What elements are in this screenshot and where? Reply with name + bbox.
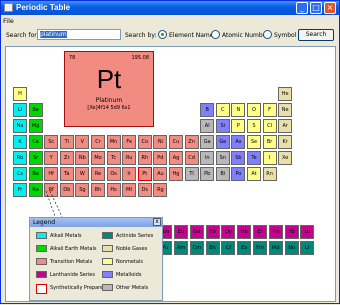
legend-label-metalloids: Metalloids [116,272,142,278]
legend-label-synthetic: Synthetically Prepared [50,285,107,291]
legend-swatch-noble-gases [102,245,113,252]
legend-swatch-other-metals [102,284,113,291]
legend-label-alkali-metals: Alkali Metals [50,233,82,239]
legend-label-nonmetals: Nonmetals [116,259,143,265]
legend-swatch-alkali-earth-metals [36,245,47,252]
legend-swatch-alkali-metals [36,232,47,239]
legend-swatch-synthetic [36,284,47,294]
legend-label-transition-metals: Transition Metals [50,259,93,265]
legend-label-actinides: Actinide Series [116,233,154,239]
legend-label-other-metals: Other Metals [116,285,149,291]
legend-swatch-nonmetals [102,258,113,265]
legend-label-alkali-earth-metals: Alkali Earth Metals [50,246,97,252]
legend-label-lanthanides: Lanthanide Series [50,272,95,278]
app-window: Periodic Table _ □ × File Search for: pl… [0,0,340,304]
legend-title-bar[interactable]: Legend x [30,218,162,227]
legend-window[interactable]: Legend x Alkali Metals Actinide Series Alk… [29,217,163,301]
legend-label-noble-gases: Noble Gases [116,246,148,252]
legend-swatch-transition-metals [36,258,47,265]
legend-swatch-lanthanides [36,271,47,278]
legend-title: Legend [33,219,56,226]
legend-close-button[interactable]: x [153,218,161,226]
legend-swatch-actinides [102,232,113,239]
legend-swatch-metalloids [102,271,113,278]
